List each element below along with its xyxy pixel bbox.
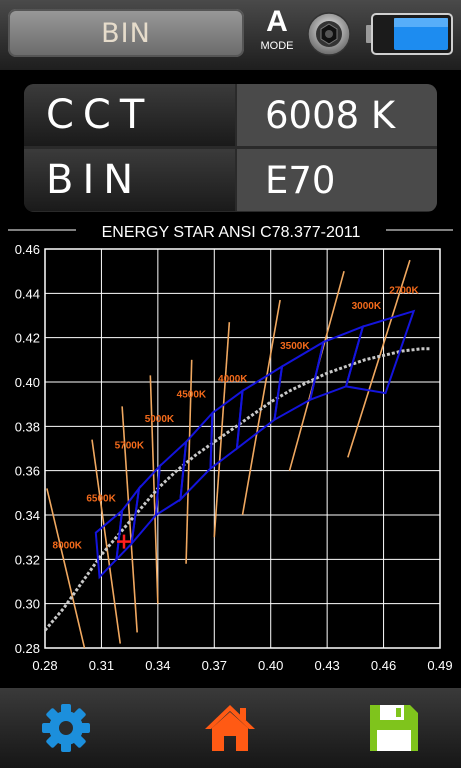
bin-row: BIN E70 (24, 149, 437, 211)
bin-value-cell: E70 (237, 149, 437, 211)
y-tick-label: 0.36 (15, 464, 40, 479)
mode-button[interactable]: A MODE (256, 6, 298, 60)
shutter-icon[interactable] (306, 11, 352, 57)
y-tick-label: 0.46 (15, 242, 40, 257)
cct-label: 6500K (86, 494, 116, 505)
y-tick-label: 0.40 (15, 375, 40, 390)
x-tick-label: 0.34 (145, 658, 170, 673)
cct-label: 3500K (280, 341, 310, 352)
bin-value: E70 (265, 159, 336, 202)
home-icon (205, 705, 255, 751)
cct-label: 5000K (145, 414, 175, 425)
cct-value: 6008 K (265, 94, 396, 137)
y-tick-label: 0.44 (15, 286, 40, 301)
x-tick-label: 0.28 (32, 658, 57, 673)
cct-row: CCT 6008 K (24, 84, 437, 146)
x-tick-label: 0.43 (314, 658, 339, 673)
cct-label: 4500K (177, 390, 207, 401)
settings-button[interactable] (38, 702, 94, 754)
mode-label: BIN (101, 17, 151, 49)
readout-panel: CCT 6008 K BIN E70 (24, 84, 437, 212)
chart-title: ENERGY STAR ANSI C78.377-2011 (102, 224, 361, 241)
home-button[interactable] (202, 702, 258, 754)
cct-label: 5700K (115, 441, 145, 452)
chromaticity-chart: ENERGY STAR ANSI C78.377-2011 8000K 6500K… (8, 224, 453, 673)
cct-label: 3000K (352, 301, 382, 312)
cct-label: 4000K (218, 374, 248, 385)
save-icon (370, 705, 418, 751)
bin-label-cell: BIN (24, 149, 235, 211)
cct-label-cell: CCT (24, 84, 235, 146)
battery-icon (366, 12, 454, 56)
y-tick-label: 0.34 (15, 508, 40, 523)
cct-value-cell: 6008 K (237, 84, 437, 146)
x-tick-label: 0.31 (89, 658, 114, 673)
top-toolbar: BIN A MODE (0, 0, 461, 70)
mode-button-caption: MODE (260, 40, 294, 52)
bottom-toolbar (0, 688, 461, 768)
y-tick-label: 0.38 (15, 419, 40, 434)
x-tick-label: 0.40 (258, 658, 283, 673)
y-tick-label: 0.28 (15, 641, 40, 656)
cct-label: 2700K (389, 285, 419, 296)
x-tick-label: 0.37 (202, 658, 227, 673)
y-tick-label: 0.42 (15, 331, 40, 346)
save-button[interactable] (366, 702, 422, 754)
gear-icon (42, 704, 90, 752)
cct-label: CCT (46, 92, 154, 138)
bin-label: BIN (46, 157, 143, 203)
mode-button-letter: A (266, 5, 288, 38)
cct-label: 8000K (53, 540, 83, 551)
mode-display: BIN (8, 9, 244, 57)
x-tick-label: 0.46 (371, 658, 396, 673)
y-tick-label: 0.32 (15, 552, 40, 567)
x-tick-label: 0.49 (427, 658, 452, 673)
y-tick-label: 0.30 (15, 597, 40, 612)
